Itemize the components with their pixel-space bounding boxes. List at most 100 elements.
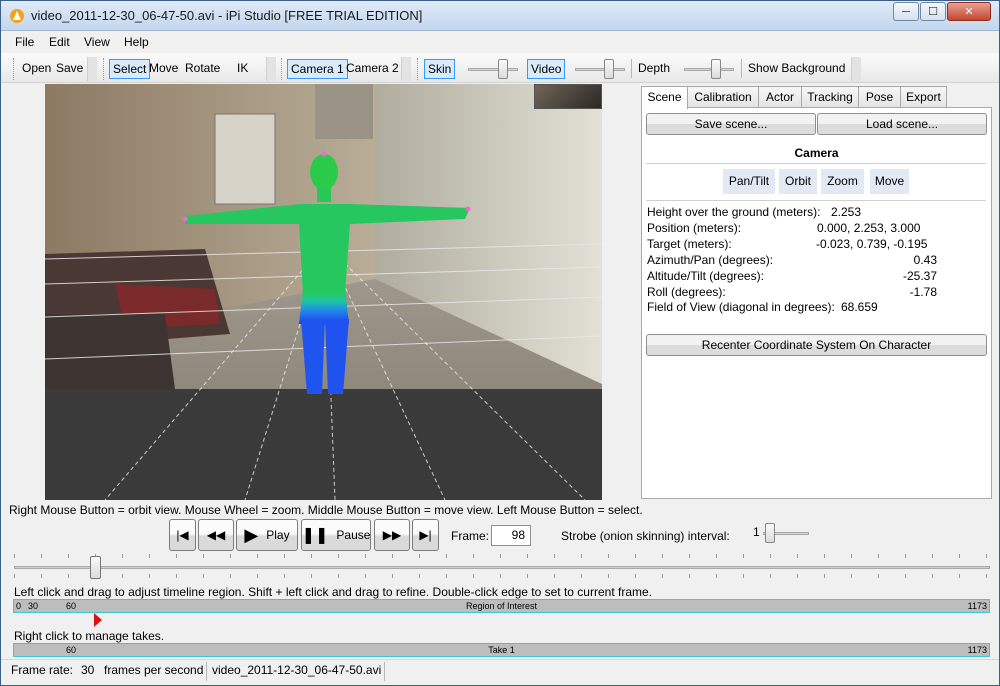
roi-end: 1173 [967,601,987,611]
frame-rate-value: 30 [81,663,95,677]
slider-thumb[interactable] [498,59,508,79]
video-toggle[interactable]: Video [527,59,566,79]
fov-value[interactable]: 68.659 [841,300,878,314]
fast-forward-icon: ▶▶ [382,528,402,542]
takes-hint-text: Right click to manage takes. [14,629,165,643]
roll-value[interactable]: -1.78 [910,285,937,299]
position-value[interactable]: 0.000, 2.253, 3.000 [817,221,920,235]
azimuth-label: Azimuth/Pan (degrees): [647,253,774,267]
toolbar-overflow[interactable] [87,57,97,81]
menu-file[interactable]: File [15,35,34,49]
application-window: video_2011-12-30_06-47-50.avi - iPi Stud… [0,0,1000,686]
scene-viewport[interactable] [45,84,602,500]
show-background-toggle[interactable]: Show Background [745,59,848,79]
pause-button[interactable]: ❚❚ Pause [301,519,371,551]
timeline-ticks [14,554,990,558]
toolbar-overflow[interactable] [851,57,861,81]
timeline-thumb[interactable] [90,556,101,579]
roi-label: Region of Interest [465,601,538,611]
menu-view[interactable]: View [84,35,110,49]
go-to-end-button[interactable]: ▶| [412,519,439,551]
play-label: Play [266,528,290,542]
rewind-button[interactable]: ◀◀ [198,519,234,551]
ik-tool-button[interactable]: IK [234,59,251,79]
height-value[interactable]: 2.253 [831,205,861,219]
zoom-button[interactable]: Zoom [821,169,864,194]
toolbar-overflow[interactable] [266,57,276,81]
take-end: 1173 [967,645,987,655]
menu-help[interactable]: Help [124,35,149,49]
tab-export[interactable]: Export [900,86,947,108]
camera-thumbnail[interactable] [534,84,602,109]
take-label: Take 1 [488,645,515,655]
region-of-interest-bar[interactable]: 0 30 60 Region of Interest 1173 [13,599,990,613]
timeline-slider[interactable] [14,566,990,569]
toolbar-grip[interactable] [13,58,16,80]
altitude-value[interactable]: -25.37 [903,269,937,283]
toolbar-overflow[interactable] [401,57,411,81]
mouse-hint-text: Right Mouse Button = orbit view. Mouse W… [9,503,643,517]
tab-pose[interactable]: Pose [858,86,901,108]
play-icon: ▶ [244,524,259,545]
load-scene-button[interactable]: Load scene... [817,113,987,135]
tab-tracking[interactable]: Tracking [801,86,859,108]
scene-render[interactable] [45,84,602,500]
depth-toggle[interactable]: Depth [635,59,673,79]
toolbar-separator [741,59,742,78]
title-bar: video_2011-12-30_06-47-50.avi - iPi Stud… [1,1,999,31]
video-opacity-slider[interactable] [575,59,625,79]
frame-rate-label: Frame rate: [11,663,74,677]
fov-label: Field of View (diagonal in degrees): [647,300,835,314]
move-tool-button[interactable]: Move [146,59,181,79]
window-title: video_2011-12-30_06-47-50.avi - iPi Stud… [31,8,423,23]
play-button[interactable]: ▶ Play [236,519,298,551]
orbit-button[interactable]: Orbit [779,169,817,194]
divider [646,163,986,164]
fps-unit: frames per second [104,663,204,677]
status-separator [206,662,207,681]
slider-thumb[interactable] [604,59,614,79]
close-button[interactable]: ✕ [947,2,991,21]
go-to-start-button[interactable]: |◀ [169,519,196,551]
strobe-interval-slider[interactable] [763,523,809,543]
maximize-button[interactable]: ☐ [920,2,946,21]
open-button[interactable]: Open [19,59,54,79]
azimuth-value[interactable]: 0.43 [914,253,937,267]
save-button[interactable]: Save [53,59,86,79]
tab-actor[interactable]: Actor [758,86,802,108]
altitude-label: Altitude/Tilt (degrees): [647,269,764,283]
toolbar-grip[interactable] [417,58,420,80]
strobe-label: Strobe (onion skinning) interval: [561,529,730,543]
target-label: Target (meters): [647,237,732,251]
target-value[interactable]: -0.023, 0.739, -0.195 [816,237,927,251]
rotate-tool-button[interactable]: Rotate [182,59,223,79]
select-tool-button[interactable]: Select [109,59,151,79]
status-separator [384,662,385,681]
toolbar-grip[interactable] [281,58,284,80]
take-1-bar[interactable]: 60 Take 1 1173 [13,643,990,657]
rewind-icon: ◀◀ [206,528,226,542]
frame-input[interactable]: 98 [491,525,531,546]
status-file-name: video_2011-12-30_06-47-50.avi [212,663,382,677]
recenter-coordinate-button[interactable]: Recenter Coordinate System On Character [646,334,987,356]
fast-forward-button[interactable]: ▶▶ [374,519,410,551]
depth-opacity-slider[interactable] [684,59,734,79]
pan-tilt-button[interactable]: Pan/Tilt [723,169,775,194]
skin-toggle[interactable]: Skin [424,59,456,79]
menu-edit[interactable]: Edit [49,35,70,49]
minimize-button[interactable]: ─ [893,2,919,21]
camera-1-button[interactable]: Camera 1 [287,59,348,79]
toolbar-grip[interactable] [103,58,106,80]
tab-scene[interactable]: Scene [641,86,688,109]
frame-label: Frame: [451,529,490,543]
slider-thumb[interactable] [711,59,721,79]
strobe-value: 1 [753,525,760,539]
save-scene-button[interactable]: Save scene... [646,113,816,135]
tab-calibration[interactable]: Calibration [687,86,759,108]
move-button[interactable]: Move [870,169,909,194]
camera-2-button[interactable]: Camera 2 [343,59,402,79]
skip-end-icon: ▶| [419,528,432,542]
skin-opacity-slider[interactable] [468,59,518,79]
slider-thumb[interactable] [765,523,775,543]
timeline-ticks [14,574,990,578]
